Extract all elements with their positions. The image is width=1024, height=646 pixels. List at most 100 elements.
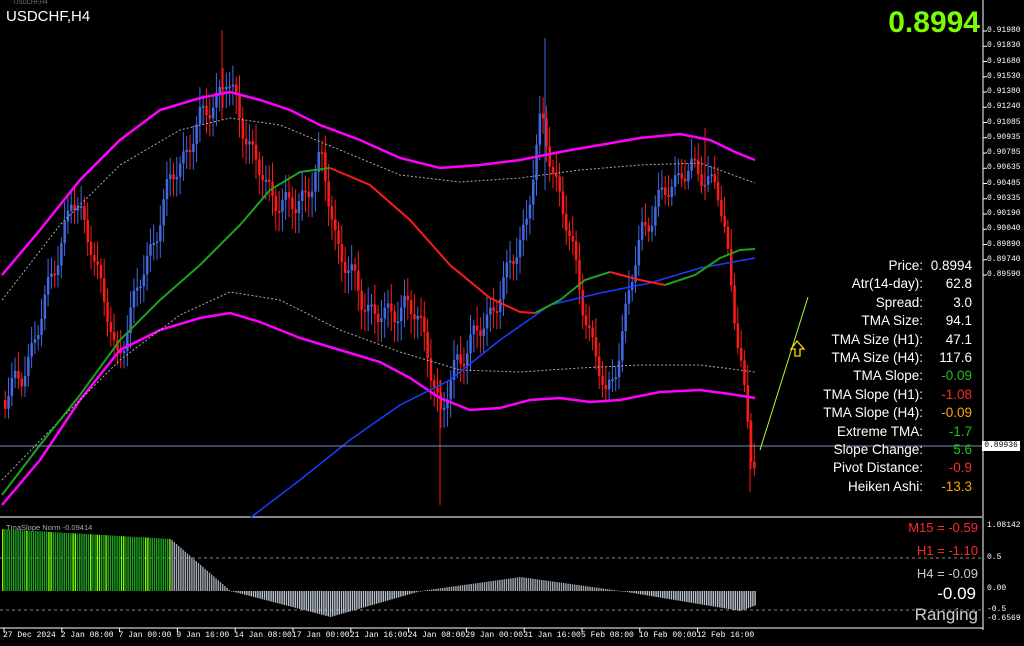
indicator-histogram-bar: [105, 535, 107, 591]
candle-body: [350, 264, 353, 271]
price-tick-label: 0.90635: [987, 163, 1021, 173]
indicator-histogram-bar: [404, 591, 406, 596]
indicator-histogram-bar: [356, 591, 358, 610]
candle-body: [604, 385, 608, 390]
indicator-histogram-bar: [312, 591, 314, 613]
candle-body: [690, 158, 693, 171]
candle-body: [264, 179, 268, 182]
indicator-histogram-bar: [745, 591, 747, 609]
candle-body: [713, 174, 716, 183]
candle-body: [502, 277, 505, 300]
candle-body: [79, 206, 83, 209]
indicator-histogram-bar: [448, 586, 450, 591]
indicator-histogram-bar: [204, 568, 206, 591]
indicator-histogram-bar: [459, 585, 461, 591]
indicator-histogram-bar: [523, 577, 525, 591]
indicator-histogram-bar: [558, 582, 560, 591]
indicator-histogram-bar: [354, 591, 356, 611]
indicator-histogram-bar: [191, 557, 193, 591]
candle-body: [409, 300, 413, 315]
price-tick-label: 0.90485: [987, 178, 1021, 188]
indicator-histogram-bar: [140, 537, 142, 591]
indicator-histogram-bar: [310, 591, 312, 612]
indicator-histogram-bar: [327, 591, 329, 617]
info-value: -0.09: [941, 368, 972, 384]
indicator-histogram-bar: [351, 591, 354, 611]
candle-body: [591, 327, 594, 338]
indicator-histogram-bar: [525, 577, 527, 591]
indicator-histogram-bar: [699, 591, 701, 605]
indicator-histogram-bar: [675, 591, 677, 601]
indicator-histogram-bar: [659, 591, 662, 598]
indicator-histogram-bar: [248, 591, 250, 596]
info-label: TMA Size:: [861, 313, 923, 329]
indicator-histogram-bar: [569, 583, 571, 591]
indicator-histogram-bar: [706, 591, 708, 606]
candle-body: [588, 325, 591, 328]
candle-body: [343, 261, 347, 274]
candle-body: [93, 255, 96, 262]
candle-body: [159, 225, 162, 242]
indicator-histogram-bar: [536, 579, 538, 591]
candle-body: [485, 314, 489, 329]
indicator-histogram-bar: [68, 533, 70, 591]
indicator-histogram-bar: [362, 591, 365, 608]
candle-body: [205, 105, 208, 116]
candle-body: [528, 204, 532, 219]
indicator-histogram-bar: [74, 533, 76, 591]
indicator-histogram-bar: [439, 588, 442, 591]
indicator-histogram-bar: [338, 591, 340, 615]
candle-body: [624, 303, 627, 332]
candle-body: [175, 176, 179, 180]
candle-body: [43, 294, 47, 319]
price-tick-label: 0.91680: [987, 56, 1021, 66]
indicator-histogram-bar: [32, 530, 35, 591]
indicator-histogram-bar: [345, 591, 347, 613]
indicator-histogram-bar: [541, 579, 543, 591]
indicator-histogram-bar: [437, 588, 439, 591]
candle-body: [357, 270, 360, 291]
indicator-histogram-bar: [294, 591, 296, 608]
candle-body: [541, 113, 545, 119]
info-value: 3.0: [953, 294, 972, 310]
indicator-histogram-bar: [92, 534, 94, 591]
indicator-histogram-bar: [468, 584, 470, 591]
indicator-histogram-bar: [279, 591, 281, 604]
indicator-histogram-bar: [173, 542, 175, 591]
indicator-histogram-bar: [556, 582, 558, 591]
indicator-histogram-bar: [57, 532, 59, 591]
indicator-histogram-bar: [723, 591, 725, 609]
price-tick-label: 0.90935: [987, 132, 1021, 142]
indicator-histogram-bar: [457, 585, 459, 591]
indicator-histogram-bar: [270, 591, 272, 602]
indicator-histogram-bar: [721, 591, 723, 608]
candle-body: [13, 371, 17, 378]
price-tick-label: 0.90785: [987, 148, 1021, 157]
candle-body: [472, 325, 476, 335]
candle-body: [614, 377, 617, 380]
indicator-histogram-bar: [701, 591, 703, 605]
indicator-histogram-bar: [481, 582, 483, 591]
indicator-histogram-bar: [587, 586, 589, 591]
candle-body: [103, 278, 106, 302]
candle-body: [710, 174, 713, 177]
indicator-histogram-bar: [340, 591, 343, 614]
indicator-histogram-bar: [433, 589, 435, 591]
indicator-histogram-bar: [461, 585, 464, 591]
candle-body: [475, 325, 479, 331]
indicator-histogram-bar: [358, 591, 360, 609]
candle-body: [736, 323, 740, 348]
indicator-histogram-bar: [679, 591, 681, 601]
candle-body: [571, 236, 575, 242]
candle-body: [403, 295, 406, 308]
candle-body: [162, 199, 165, 226]
info-row: TMA Slope (H4): -0.09: [760, 405, 975, 423]
indicator-tick-label: 0.00: [987, 584, 1007, 593]
candle-body: [565, 213, 568, 231]
indicator-histogram-bar: [411, 591, 413, 594]
candle-body: [598, 356, 601, 377]
time-tick-label: 10 Feb 00:00: [638, 631, 697, 640]
info-label: TMA Slope (H4):: [823, 405, 923, 421]
indicator-histogram-bar: [156, 538, 158, 591]
indicator-histogram-bar: [571, 584, 574, 591]
